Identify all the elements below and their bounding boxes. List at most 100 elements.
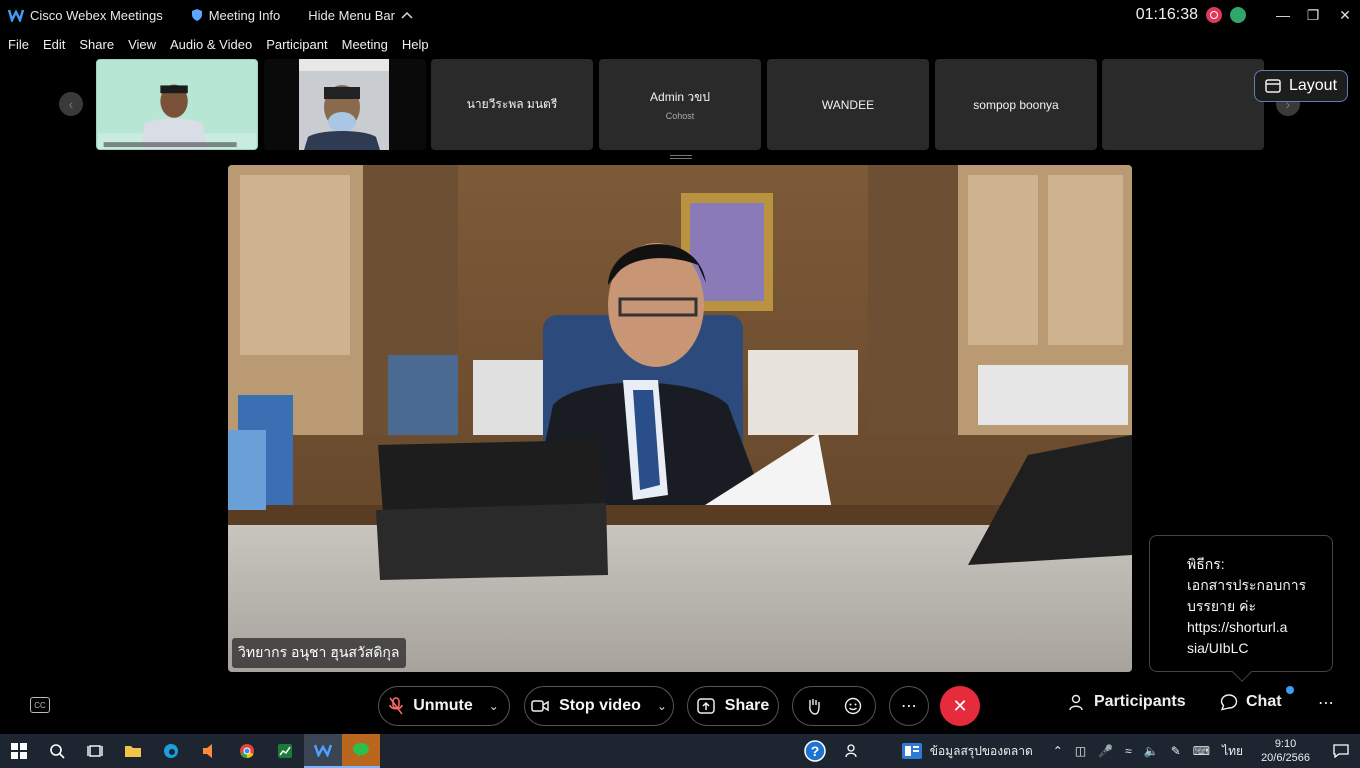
- news-widget[interactable]: ข้อมูลสรุปของตลาด: [901, 742, 1033, 761]
- chat-button[interactable]: Chat: [1220, 693, 1282, 711]
- share-button[interactable]: Share: [687, 686, 779, 726]
- menu-view[interactable]: View: [128, 37, 156, 52]
- svg-text:?: ?: [810, 743, 819, 759]
- chevron-up-icon: [401, 11, 413, 19]
- participant-tile[interactable]: WANDEE: [767, 59, 929, 150]
- participant-video: [264, 59, 426, 150]
- layout-icon: [1265, 79, 1281, 93]
- windows-taskbar: ? ข้อมูลสรุปของตลาด ⌃ ◫ 🎤 ≈ 🔈 ✎ ⌨ ไทย 9:…: [0, 734, 1360, 768]
- keyboard-icon[interactable]: ⌨: [1193, 744, 1210, 758]
- task-view-icon[interactable]: [76, 734, 114, 768]
- menu-share[interactable]: Share: [79, 37, 114, 52]
- more-icon: ⋯: [901, 698, 917, 715]
- participant-role: Cohost: [665, 111, 695, 121]
- menu-meeting[interactable]: Meeting: [342, 37, 388, 52]
- filmstrip-prev-button[interactable]: ‹: [59, 92, 83, 116]
- help-icon[interactable]: ?: [796, 734, 834, 768]
- menu-audio-video[interactable]: Audio & Video: [170, 37, 252, 52]
- participants-icon: [1069, 694, 1083, 711]
- popup-pointer: [1232, 662, 1252, 682]
- menu-edit[interactable]: Edit: [43, 37, 65, 52]
- microphone-icon[interactable]: 🎤: [1098, 744, 1113, 758]
- webex-taskbar-icon[interactable]: [304, 734, 342, 768]
- notifications-icon[interactable]: [1322, 734, 1360, 768]
- system-tray: ? ข้อมูลสรุปของตลาด ⌃ ◫ 🎤 ≈ 🔈 ✎ ⌨ ไทย 9:…: [796, 734, 1360, 768]
- tray-time: 9:10: [1274, 738, 1297, 750]
- wifi-icon[interactable]: ≈: [1125, 744, 1132, 758]
- end-meeting-button[interactable]: ✕: [940, 686, 980, 726]
- meeting-timer: 01:16:38: [1135, 6, 1198, 23]
- title-bar: Cisco Webex Meetings Meeting Info Hide M…: [0, 0, 1360, 30]
- windows-start-icon[interactable]: [0, 734, 38, 768]
- more-icon: ⋯: [1318, 695, 1334, 712]
- chrome-browser-icon[interactable]: [228, 734, 266, 768]
- pen-icon[interactable]: ✎: [1171, 744, 1181, 758]
- menu-help[interactable]: Help: [402, 37, 429, 52]
- chat-message-line: sia/UIbLC: [1187, 640, 1249, 656]
- hide-menu-bar-button[interactable]: Hide Menu Bar: [308, 8, 413, 23]
- participant-name: sompop boonya: [973, 97, 1059, 112]
- network-status-icon[interactable]: [1230, 7, 1246, 23]
- participant-tile[interactable]: นายวีระพล มนตรี: [431, 59, 593, 150]
- raise-hand-icon[interactable]: [806, 697, 822, 715]
- chevron-down-icon[interactable]: ⌄: [657, 699, 667, 713]
- edge-browser-icon[interactable]: [152, 734, 190, 768]
- reaction-icon[interactable]: [844, 697, 862, 715]
- participant-name: นายวีระพล มนตรี: [466, 97, 558, 111]
- participant-tile[interactable]: sompop boonya: [935, 59, 1097, 150]
- search-icon[interactable]: [38, 734, 76, 768]
- input-language[interactable]: ไทย: [1222, 742, 1243, 761]
- overflow-menu-button[interactable]: ⋯: [1318, 693, 1334, 713]
- participant-name: Admin วขป: [650, 90, 710, 104]
- app-title: Cisco Webex Meetings: [8, 8, 163, 23]
- participant-tile[interactable]: Admin วขป Cohost: [599, 59, 761, 150]
- chat-notification-popup[interactable]: พิธีกร: เอกสารประกอบการ บรรยาย ค่ะ https…: [1149, 535, 1333, 682]
- participant-tile[interactable]: [96, 59, 258, 150]
- closed-captions-icon[interactable]: CC: [30, 697, 50, 713]
- clock-widget[interactable]: 9:10 20/6/2566: [1261, 737, 1310, 765]
- active-speaker-video[interactable]: วิทยากร อนุชา ฮุนสวัสดิกุล: [228, 165, 1132, 672]
- recording-icon[interactable]: [1206, 7, 1222, 23]
- menu-file[interactable]: File: [8, 37, 29, 52]
- unmute-button[interactable]: Unmute ⌄: [378, 686, 510, 726]
- chevron-down-icon[interactable]: ⌄: [489, 699, 499, 713]
- shield-icon: [191, 9, 202, 21]
- chart-app-icon[interactable]: [266, 734, 304, 768]
- line-app-icon[interactable]: [342, 734, 380, 768]
- close-icon[interactable]: ✕: [1330, 0, 1360, 30]
- restore-icon[interactable]: ❐: [1298, 0, 1328, 30]
- meet-now-icon[interactable]: ◫: [1075, 744, 1086, 758]
- news-icon: [901, 743, 922, 759]
- chevron-up-icon[interactable]: ⌃: [1053, 744, 1063, 758]
- webex-logo-icon: [8, 9, 24, 22]
- chat-message-line: https://shorturl.a: [1187, 619, 1288, 635]
- participant-video: [97, 60, 257, 149]
- unread-badge: [1286, 686, 1294, 694]
- filmstrip-resize-handle[interactable]: [670, 155, 692, 159]
- chat-icon: [1220, 694, 1238, 711]
- close-icon: ✕: [952, 695, 968, 716]
- stop-video-button[interactable]: Stop video ⌄: [524, 686, 674, 726]
- menu-bar: File Edit Share View Audio & Video Parti…: [0, 30, 443, 58]
- participants-button[interactable]: Participants: [1068, 693, 1186, 711]
- chat-sender: พิธีกร:: [1187, 556, 1225, 572]
- tray-date: 20/6/2566: [1261, 752, 1310, 764]
- participant-tile[interactable]: [264, 59, 426, 150]
- participant-name: WANDEE: [821, 97, 875, 112]
- menu-participant[interactable]: Participant: [266, 37, 327, 52]
- meeting-info-button[interactable]: Meeting Info: [191, 8, 280, 23]
- more-options-button[interactable]: ⋯: [889, 686, 929, 726]
- reactions-group: [792, 686, 876, 726]
- volume-icon[interactable]: 🔈: [1144, 744, 1159, 758]
- layout-button[interactable]: Layout: [1254, 70, 1348, 102]
- chat-message-line: เอกสารประกอบการ: [1187, 577, 1307, 593]
- share-icon: [697, 698, 715, 714]
- speaker-video-frame: [228, 165, 1132, 672]
- people-icon[interactable]: [834, 734, 872, 768]
- minimize-icon[interactable]: —: [1268, 0, 1298, 30]
- chat-message-line: บรรยาย ค่ะ: [1187, 598, 1256, 614]
- media-player-icon[interactable]: [190, 734, 228, 768]
- file-explorer-icon[interactable]: [114, 734, 152, 768]
- microphone-muted-icon: [389, 697, 403, 715]
- participant-tile[interactable]: [1102, 59, 1264, 150]
